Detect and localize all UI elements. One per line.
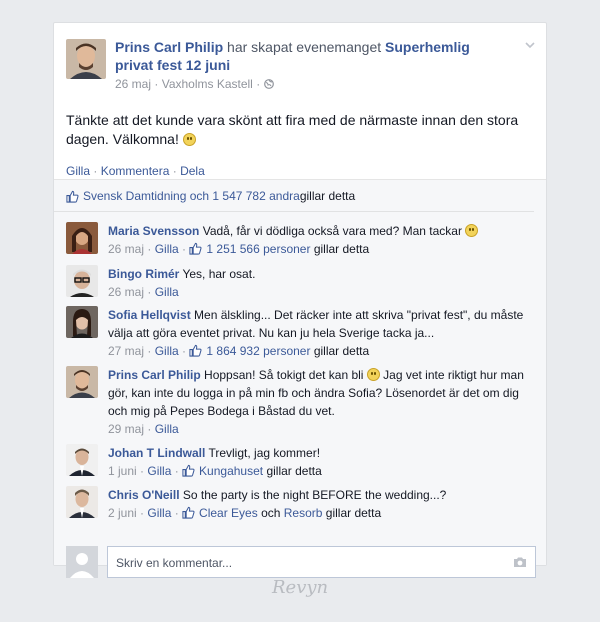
post-date-link[interactable]: 26 maj <box>115 77 151 91</box>
separator: · <box>90 164 101 178</box>
comment-likes-suffix: gillar detta <box>310 344 370 358</box>
comment-text: So the party is the night BEFORE the wed… <box>179 488 447 502</box>
commenter-avatar[interactable] <box>66 444 98 476</box>
author-avatar[interactable] <box>66 39 106 79</box>
smiley-icon <box>465 224 479 237</box>
comment-date[interactable]: 26 maj <box>108 242 144 256</box>
comment-input-placeholder: Skriv en kommentar... <box>116 556 233 570</box>
camera-icon[interactable] <box>513 556 527 568</box>
share-button[interactable]: Dela <box>180 164 205 178</box>
comment-like-button[interactable]: Gilla <box>147 464 171 478</box>
comment-item: Johan T Lindwall Trevligt, jag kommer! 1… <box>66 444 536 480</box>
chevron-down-icon[interactable] <box>524 39 536 51</box>
post-text-content: Tänkte att det kunde vara skönt att fira… <box>66 112 519 147</box>
like-thumb-icon <box>189 242 202 255</box>
likes-suffix: gillar detta <box>299 189 356 203</box>
post-header: Prins Carl Philip har skapat evenemanget… <box>54 23 546 91</box>
comment-date[interactable]: 27 maj <box>108 344 144 358</box>
my-avatar <box>66 546 98 578</box>
comment-item: Prins Carl Philip Hoppsan! Så tokigt det… <box>66 366 536 438</box>
like-thumb-icon <box>189 344 202 357</box>
comment-likes-suffix: gillar detta <box>310 242 370 256</box>
commenter-name[interactable]: Chris O'Neill <box>108 488 180 502</box>
commenter-avatar[interactable] <box>66 265 98 297</box>
like-button[interactable]: Gilla <box>66 164 90 178</box>
comment-like-button[interactable]: Gilla <box>147 506 171 520</box>
comment-likes-suffix: gillar detta <box>263 464 322 478</box>
watermark-logo: Revyn <box>272 577 329 598</box>
comment-composer: Skriv en kommentar... <box>66 546 536 578</box>
comment-date[interactable]: 29 maj <box>108 422 144 436</box>
separator: · <box>169 164 181 178</box>
post-location-link[interactable]: Vaxholms Kastell <box>162 77 253 91</box>
author-name-link[interactable]: Prins Carl Philip <box>115 39 223 55</box>
smiley-icon <box>182 133 196 146</box>
like-thumb-icon <box>182 506 195 519</box>
comment-like-button[interactable]: Gilla <box>155 344 179 358</box>
comment-text: Trevligt, jag kommer! <box>205 446 321 460</box>
like-thumb-icon <box>182 464 195 477</box>
post-text: Tänkte att det kunde vara skönt att fira… <box>54 91 546 149</box>
comment-likes-suffix: gillar detta <box>322 506 382 520</box>
commenter-name[interactable]: Sofia Hellqvist <box>108 308 191 322</box>
globe-icon <box>263 79 274 89</box>
comments-section: Svensk Damtidning och 1 547 782 andra gi… <box>54 179 546 578</box>
like-thumb-icon <box>66 190 79 203</box>
commenter-avatar[interactable] <box>66 222 98 254</box>
comment-text: Vadå, får vi dödliga också vara med? Man… <box>199 224 462 238</box>
post-card: Prins Carl Philip har skapat evenemanget… <box>53 22 547 578</box>
commenter-avatar[interactable] <box>66 486 98 518</box>
post-actions: Gilla · Kommentera · Dela <box>54 149 546 178</box>
commenter-avatar[interactable] <box>66 366 98 398</box>
commenter-name[interactable]: Prins Carl Philip <box>108 368 201 382</box>
commenter-avatar[interactable] <box>66 306 98 338</box>
comment-likes-and: och <box>257 506 284 520</box>
likes-summary: Svensk Damtidning och 1 547 782 andra gi… <box>54 180 534 212</box>
comment-date[interactable]: 1 juni <box>108 464 137 478</box>
comment-date[interactable]: 26 maj <box>108 285 144 299</box>
comment-item: Sofia Hellqvist Men älskling... Det räck… <box>66 306 536 360</box>
comment-like-button[interactable]: Gilla <box>155 242 179 256</box>
likes-names-link[interactable]: Svensk Damtidning och 1 547 782 andra <box>83 189 300 203</box>
post-headline: Prins Carl Philip har skapat evenemanget… <box>115 38 495 74</box>
commenter-name[interactable]: Johan T Lindwall <box>108 446 205 460</box>
comment-like-button[interactable]: Gilla <box>155 422 179 436</box>
commenter-name[interactable]: Bingo Rimér <box>108 267 179 281</box>
comment-text: Yes, har osat. <box>179 267 256 281</box>
post-meta: 26 maj · Vaxholms Kastell · <box>115 77 495 91</box>
comment-item: Maria Svensson Vadå, får vi dödliga ocks… <box>66 222 536 258</box>
comment-input[interactable]: Skriv en kommentar... <box>107 546 536 578</box>
comment-button[interactable]: Kommentera <box>101 164 170 178</box>
comment-date[interactable]: 2 juni <box>108 506 137 520</box>
commenter-name[interactable]: Maria Svensson <box>108 224 199 238</box>
comment-likes-link[interactable]: Clear Eyes <box>199 506 258 520</box>
comment-likes-link[interactable]: 1 864 932 personer <box>206 344 310 358</box>
smiley-icon <box>366 368 380 381</box>
comment-likes-link-2[interactable]: Resorb <box>284 506 323 520</box>
comment-text: Hoppsan! Så tokigt det kan bli <box>200 368 364 382</box>
comment-likes-link[interactable]: 1 251 566 personer <box>206 242 310 256</box>
comment-item: Bingo Rimér Yes, har osat. 26 maj · Gill… <box>66 265 536 301</box>
comment-likes-link[interactable]: Kungahuset <box>199 464 263 478</box>
post-action-text: har skapat evenemanget <box>223 39 386 55</box>
comment-like-button[interactable]: Gilla <box>155 285 179 299</box>
comment-item: Chris O'Neill So the party is the night … <box>66 486 536 522</box>
